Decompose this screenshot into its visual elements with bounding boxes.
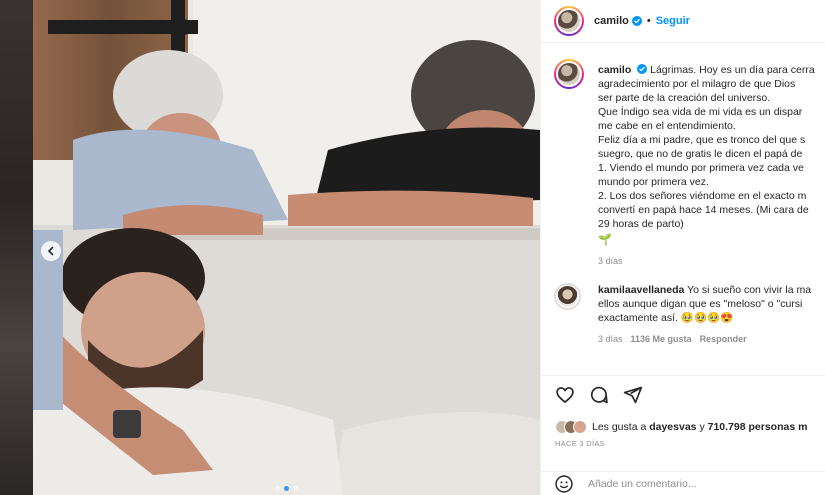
caption-line-1: agradecimiento por el milagro de que Dio… [598, 78, 796, 90]
comments-list[interactable]: camilo Lágrimas. Hoy es un día para cerr… [541, 44, 825, 375]
carousel-prev-button[interactable] [41, 241, 61, 261]
liker-avatar [573, 420, 587, 434]
share-button[interactable] [623, 385, 643, 405]
caption-line-3: Que Índigo sea vida de mi vida es un dis… [598, 106, 803, 118]
comment-text: kamilaavellaneda Yo si sueño con vivir l… [598, 283, 825, 325]
instagram-post-modal: camilo • Seguir camilo Lágrimas. Hoy es … [0, 0, 825, 495]
caption-line-6: suegro, que no de gratis le dicen el pap… [598, 148, 803, 160]
comment-time[interactable]: 3 días [598, 334, 623, 344]
action-bar [541, 376, 825, 412]
caption-line-11: 29 horas de parto) [598, 218, 684, 230]
likes-user[interactable]: dayesvas [649, 421, 696, 433]
caption-line-10: convertí en papá hace 14 meses. (Mi cara… [598, 204, 809, 216]
comment-line: kamilaavellaneda Yo si sueño con vivir l… [598, 283, 825, 297]
carousel-dot [275, 486, 280, 491]
likes-text: Les gusta a dayesvas y 710.798 personas … [592, 421, 807, 433]
caption-line-7: 1. Viendo el mundo por primera vez cada … [598, 162, 804, 174]
caption-line-0: Lágrimas. Hoy es un día para cerra [650, 64, 815, 76]
carousel-indicator [275, 486, 298, 491]
follow-button[interactable]: Seguir [656, 15, 690, 27]
comment-button[interactable] [589, 385, 609, 405]
post-photo-illustration [33, 0, 540, 495]
post-actions: Les gusta a dayesvas y 710.798 personas … [541, 375, 825, 495]
sprout-emoji: 🌱 [598, 234, 612, 246]
caption-comment: camilo Lágrimas. Hoy es un día para cerr… [541, 44, 825, 266]
author-avatar[interactable] [554, 6, 584, 36]
commenter-avatar[interactable] [554, 283, 581, 310]
comment-input[interactable]: Añade un comentario... [588, 478, 697, 490]
comment-item: kamilaavellaneda Yo si sueño con vivir l… [541, 283, 825, 344]
paper-plane-icon [623, 386, 643, 404]
comment-line-1: ellos aunque digan que es "meloso" o "cu… [598, 298, 803, 310]
comment-likes[interactable]: 1136 Me gusta [631, 334, 692, 344]
chevron-left-icon [47, 246, 54, 256]
verified-badge-icon [637, 64, 648, 74]
author-username[interactable]: camilo [594, 15, 629, 27]
carousel-dot [293, 486, 298, 491]
post-photo[interactable] [33, 0, 540, 495]
modal-backdrop[interactable] [0, 0, 33, 495]
likes-count[interactable]: 710.798 personas m [708, 421, 808, 433]
post-side-panel: camilo • Seguir camilo Lágrimas. Hoy es … [540, 0, 825, 495]
commenter-username[interactable]: kamilaavellaneda [598, 284, 684, 296]
caption-line: camilo Lágrimas. Hoy es un día para cerr… [598, 63, 825, 77]
likes-and: y [699, 421, 705, 433]
like-button[interactable] [555, 385, 575, 405]
caption-line-9: 2. Los dos señores viéndome en el exacto… [598, 190, 807, 202]
likes-prefix: Les gusta a [592, 421, 647, 433]
caption-line-5: Feliz día a mi padre, que es tronco del … [598, 134, 806, 146]
likes-summary[interactable]: Les gusta a dayesvas y 710.798 personas … [555, 420, 807, 434]
post-header: camilo • Seguir [541, 0, 825, 43]
add-comment-bar: Añade un comentario... [541, 471, 825, 495]
comment-meta: 3 días 1136 Me gusta Responder [598, 334, 825, 344]
emoji-icon[interactable] [554, 474, 574, 494]
comment-line-2: exactamente así. 🥹🥹🥹😍 [598, 312, 734, 324]
carousel-dot [284, 486, 289, 491]
header-separator: • [646, 15, 651, 27]
heart-icon [556, 387, 574, 404]
caption-username[interactable]: camilo [598, 64, 631, 76]
caption-meta: 3 días [598, 256, 825, 266]
caption-line-2: ser parte de la creación del universo. [598, 92, 771, 104]
caption-line-4: me cabe en el entendimiento. [598, 120, 736, 132]
caption-time[interactable]: 3 días [598, 256, 623, 266]
verified-badge-icon [631, 16, 642, 26]
comment-bubble-icon [590, 386, 608, 404]
comment-line-0: Yo si sueño con vivir la ma [687, 284, 812, 296]
caption-line-8: mundo por primera vez. [598, 176, 709, 188]
post-date[interactable]: HACE 3 DÍAS [555, 439, 605, 448]
reply-button[interactable]: Responder [700, 334, 747, 344]
caption-text: camilo Lágrimas. Hoy es un día para cerr… [598, 63, 825, 247]
caption-author-avatar[interactable] [554, 59, 584, 89]
